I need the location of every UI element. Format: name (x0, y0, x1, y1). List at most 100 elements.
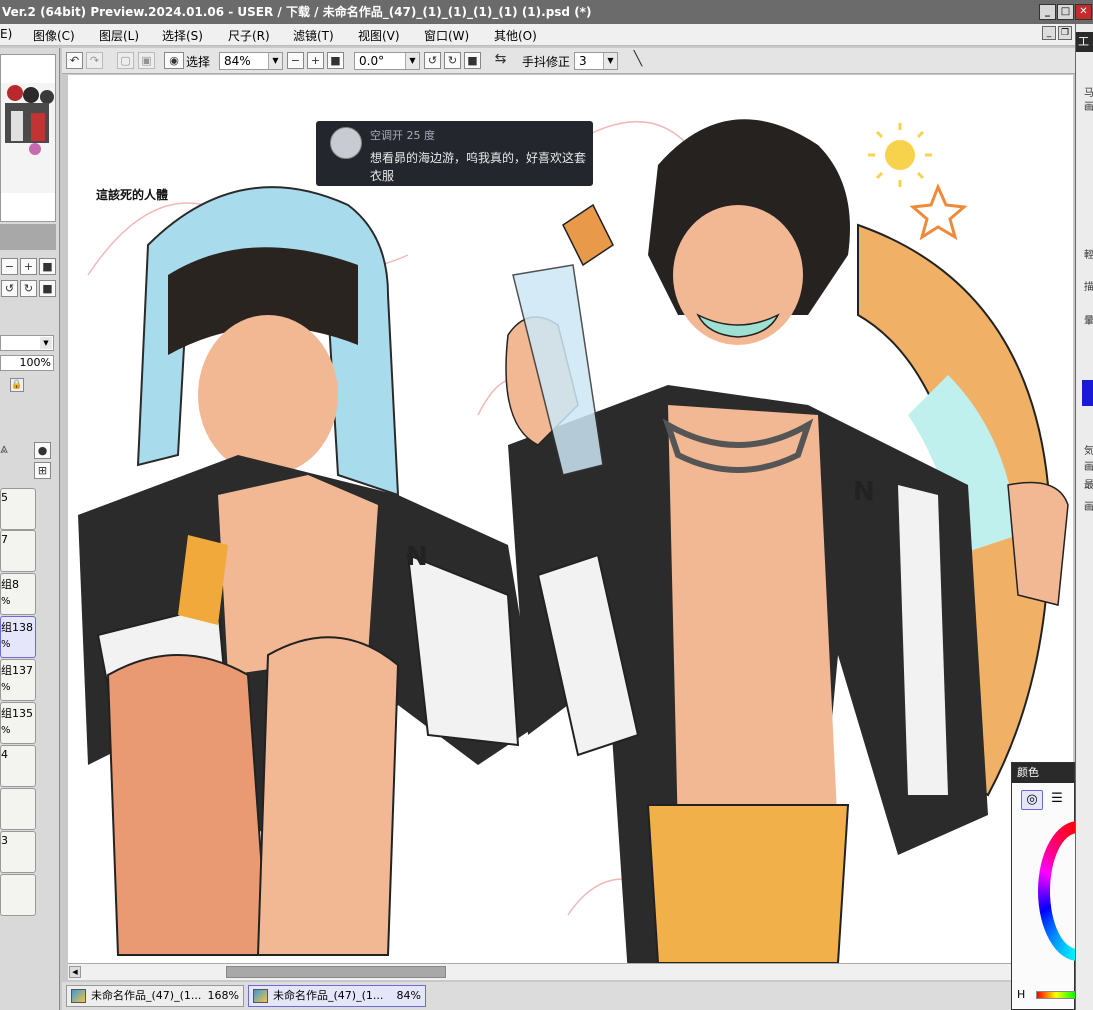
layer-item[interactable]: 组138% (0, 616, 36, 658)
maximize-button[interactable]: □ (1057, 4, 1074, 20)
navigator-bar (0, 224, 56, 250)
layer-tool-icon[interactable]: ⩓ (0, 441, 8, 457)
chevron-down-icon: ▼ (603, 53, 617, 69)
nav-rotate-right-icon[interactable]: ↻ (20, 280, 37, 297)
handwritten-text: 這該死的人體 (96, 187, 168, 202)
layer-name: 7 (1, 533, 8, 546)
star-doodle (909, 183, 968, 241)
nav-zoom-reset-icon[interactable]: ■ (39, 258, 56, 275)
lock-icon[interactable]: 🔒 (10, 378, 24, 392)
doc-restore-button[interactable]: ❐ (1058, 26, 1072, 40)
select-all-icon[interactable]: ▣ (138, 52, 155, 69)
scroll-thumb[interactable] (226, 966, 446, 978)
right-panel-label: 画 (1084, 502, 1093, 513)
doc-tab-2[interactable]: 未命名作品_(47)_(1... 84% (248, 985, 426, 1007)
stabilizer-value: 3 (579, 54, 587, 68)
right-panel-label: 輕 (1084, 250, 1093, 261)
blend-mode-select[interactable]: ▼ (0, 335, 54, 351)
navigator-preview[interactable] (0, 54, 56, 222)
layer-item[interactable]: 组8% (0, 573, 36, 615)
notification-message-line1: 想看昴的海边游，呜我真的，好喜欢这套 (370, 151, 587, 165)
redo-icon[interactable]: ↷ (86, 52, 103, 69)
right-panel-label: 気 (1084, 446, 1093, 457)
menu-filter[interactable]: 滤镜(T) (293, 27, 334, 44)
layer-item[interactable]: 3 (0, 831, 36, 873)
zoom-in-icon[interactable]: + (307, 52, 324, 69)
nav-zoom-in-icon[interactable]: + (20, 258, 37, 275)
doc-tab-1[interactable]: 未命名作品_(47)_(1... 168% (66, 985, 244, 1007)
nav-rotate-left-icon[interactable]: ↺ (1, 280, 18, 297)
menu-select[interactable]: 选择(S) (162, 27, 203, 44)
right-panel-title: 工 (1076, 32, 1093, 52)
layer-name: 4 (1, 748, 8, 761)
color-panel: 颜色 ◎ ☰ H (1011, 762, 1093, 1010)
doc-minimize-button[interactable]: _ (1042, 26, 1056, 40)
layer-name: 组138 (1, 621, 33, 634)
layer-item[interactable] (0, 874, 36, 916)
deselect-icon[interactable]: ▢ (117, 52, 134, 69)
minimize-button[interactable]: _ (1039, 4, 1056, 20)
rotate-right-icon[interactable]: ↻ (444, 52, 461, 69)
line-tool-icon[interactable]: ╲ (628, 52, 648, 69)
right-panel-label: 画 (1084, 462, 1093, 473)
layer-name: 5 (1, 491, 8, 504)
zoom-select[interactable]: 84% ▼ (219, 52, 283, 70)
close-button[interactable]: ✕ (1075, 4, 1092, 20)
doc-tab-2-label: 未命名作品_(47)_(1... (273, 989, 384, 1002)
scroll-left-icon[interactable]: ◀ (69, 966, 81, 978)
layer-item[interactable] (0, 788, 36, 830)
doc-tab-2-zoom: 84% (396, 989, 421, 1002)
undo-icon[interactable]: ↶ (66, 52, 83, 69)
zoom-reset-icon[interactable]: ■ (327, 52, 344, 69)
menu-view[interactable]: 视图(V) (358, 27, 400, 44)
layer-opacity: % (1, 639, 11, 650)
menu-other[interactable]: 其他(O) (494, 27, 537, 44)
menu-window[interactable]: 窗口(W) (424, 27, 469, 44)
menu-edit[interactable]: E) (0, 27, 12, 41)
color-wheel-tab-icon[interactable]: ◎ (1021, 790, 1043, 810)
layer-item[interactable]: 4 (0, 745, 36, 787)
new-layer-icon[interactable]: ● (34, 442, 51, 459)
flip-horizontal-icon[interactable]: ⇆ (492, 52, 509, 69)
right-panel-label: 画 (1084, 102, 1093, 113)
window-title: Ver.2 (64bit) Preview.2024.01.06 - USER … (2, 5, 592, 19)
eye-icon[interactable]: ◉ (164, 52, 184, 69)
layer-item[interactable]: 组135% (0, 702, 36, 744)
menu-layer[interactable]: 图层(L) (99, 27, 139, 44)
right-panel-label: 最 (1084, 480, 1093, 491)
drawing-canvas[interactable]: N N 這該死的人體 (68, 75, 1073, 963)
rotate-reset-icon[interactable]: ■ (464, 52, 481, 69)
right-panel-label: 暈 (1084, 316, 1093, 327)
menu-ruler[interactable]: 尺子(R) (228, 27, 270, 44)
notification-toast[interactable]: 空调开 25 度 想看昴的海边游，呜我真的，好喜欢这套 衣服 (316, 121, 593, 186)
new-folder-icon[interactable]: ⊞ (34, 462, 51, 479)
chevron-down-icon: ▼ (40, 337, 52, 349)
hue-slider[interactable] (1036, 991, 1076, 999)
title-bar: Ver.2 (64bit) Preview.2024.01.06 - USER … (0, 0, 1093, 24)
rotate-left-icon[interactable]: ↺ (424, 52, 441, 69)
layer-opacity: % (1, 596, 11, 607)
sun-doodle (868, 123, 932, 187)
svg-text:N: N (406, 542, 428, 572)
zoom-out-icon[interactable]: − (287, 52, 304, 69)
artwork: N N 這該死的人體 (78, 119, 1069, 963)
hue-label: H (1017, 988, 1026, 1001)
horizontal-scrollbar[interactable]: ◀ ▶ (68, 963, 1073, 980)
layer-item[interactable]: 组137% (0, 659, 36, 701)
rotation-select[interactable]: 0.0° ▼ (354, 52, 420, 70)
chevron-down-icon: ▼ (405, 53, 419, 69)
opacity-field[interactable]: 100% (0, 355, 54, 371)
nav-zoom-out-icon[interactable]: − (1, 258, 18, 275)
stabilizer-select[interactable]: 3 ▼ (574, 52, 618, 70)
document-icon (71, 989, 86, 1003)
menu-image[interactable]: 图像(C) (33, 27, 75, 44)
layer-name: 组135 (1, 707, 33, 720)
chevron-down-icon: ▼ (268, 53, 282, 69)
color-slider-tab-icon[interactable]: ☰ (1047, 790, 1067, 810)
nav-rotate-reset-icon[interactable]: ■ (39, 280, 56, 297)
current-color-swatch[interactable] (1082, 380, 1093, 406)
layer-name: 组8 (1, 578, 19, 591)
notification-message-line2: 衣服 (370, 169, 395, 183)
layer-item[interactable]: 7 (0, 530, 36, 572)
layer-item[interactable]: 5 (0, 488, 36, 530)
